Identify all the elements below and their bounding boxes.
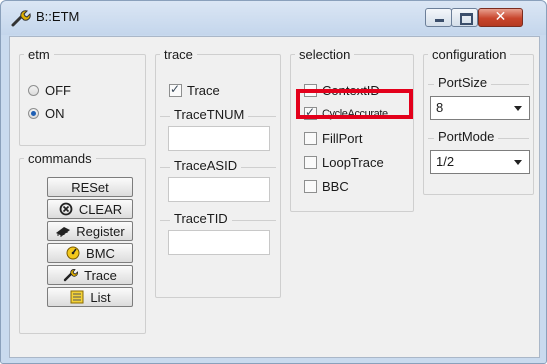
cycleaccurate-highlight-box: [296, 89, 413, 119]
window-title: B::ETM: [36, 9, 80, 24]
etm-legend: etm: [28, 47, 50, 62]
chevron-down-icon: [514, 106, 522, 111]
wrench-icon: [11, 10, 31, 27]
tracetid-label: TraceTID: [170, 211, 232, 226]
clear-circle-icon: [59, 202, 73, 216]
bbc-checkbox[interactable]: BBC: [304, 179, 349, 194]
trace-legend: trace: [164, 47, 193, 62]
trace-group: trace Trace TraceTNUM TraceASID TraceTID: [155, 47, 281, 298]
fillport-checkbox[interactable]: FillPort: [304, 131, 362, 146]
reset-label: RESet: [71, 179, 109, 195]
register-button[interactable]: Register: [47, 221, 133, 241]
bmc-button[interactable]: BMC: [47, 243, 133, 263]
portmode-label: PortMode: [434, 129, 499, 144]
wrench-icon: [63, 269, 79, 282]
portmode-value: 1/2: [436, 154, 455, 169]
etm-on-label: ON: [45, 106, 65, 121]
portsize-label: PortSize: [434, 75, 492, 90]
list-icon: [70, 290, 84, 304]
checkbox-indicator: [304, 180, 317, 193]
chevron-down-icon: [514, 160, 522, 165]
configuration-legend: configuration: [432, 47, 507, 62]
bbc-label: BBC: [322, 179, 349, 194]
portmode-select[interactable]: 1/2: [430, 150, 530, 174]
portsize-value: 8: [436, 100, 444, 115]
dialog-client-area: etm OFF ON commands RESet CLEAR Register…: [9, 36, 540, 358]
configuration-group: configuration PortSize 8 PortMode 1/2: [423, 47, 534, 195]
selection-legend: selection: [299, 47, 351, 62]
etm-on-radio[interactable]: ON: [28, 106, 65, 121]
clear-label: CLEAR: [78, 201, 123, 217]
looptrace-label: LoopTrace: [322, 155, 384, 170]
tracetnum-input[interactable]: [168, 126, 270, 151]
portsize-select[interactable]: 8: [430, 96, 530, 120]
etm-off-radio[interactable]: OFF: [28, 83, 71, 98]
chip-icon: [56, 227, 71, 237]
looptrace-checkbox[interactable]: LoopTrace: [304, 155, 384, 170]
trace-checkbox[interactable]: Trace: [169, 82, 220, 98]
list-button[interactable]: List: [47, 287, 133, 307]
trace-checkbox-label: Trace: [187, 83, 220, 98]
radio-indicator: [28, 108, 39, 119]
checkbox-indicator: [304, 156, 317, 169]
commands-group: commands RESet CLEAR Register BMC Trace …: [19, 151, 146, 334]
traceasid-input[interactable]: [168, 177, 270, 202]
trace-button-label: Trace: [84, 267, 117, 283]
etm-group: etm OFF ON: [19, 47, 146, 146]
register-label: Register: [76, 223, 125, 239]
title-bar[interactable]: B::ETM ✕: [1, 1, 546, 35]
close-button[interactable]: ✕: [478, 8, 523, 27]
commands-legend: commands: [28, 151, 92, 166]
traceasid-label: TraceASID: [170, 158, 242, 173]
fillport-label: FillPort: [322, 131, 363, 146]
selection-group: selection ContextID CycleAccurate FillPo…: [290, 47, 414, 212]
tracetid-input[interactable]: [168, 230, 270, 255]
reset-button[interactable]: RESet: [47, 177, 133, 197]
close-icon: ✕: [494, 9, 507, 25]
clear-button[interactable]: CLEAR: [47, 199, 133, 219]
list-label: List: [90, 289, 111, 305]
gauge-icon: [66, 246, 80, 260]
minimize-button[interactable]: [425, 8, 452, 27]
maximize-button[interactable]: [451, 8, 478, 27]
checkbox-indicator: [304, 132, 317, 145]
radio-indicator: [28, 85, 39, 96]
tracetnum-label: TraceTNUM: [170, 107, 249, 122]
etm-off-label: OFF: [45, 83, 71, 98]
bmc-label: BMC: [86, 245, 115, 261]
etm-window: B::ETM ✕ etm OFF ON commands RESet CLEAR…: [0, 0, 547, 364]
checkbox-indicator: [169, 82, 182, 97]
trace-button[interactable]: Trace: [47, 265, 133, 285]
